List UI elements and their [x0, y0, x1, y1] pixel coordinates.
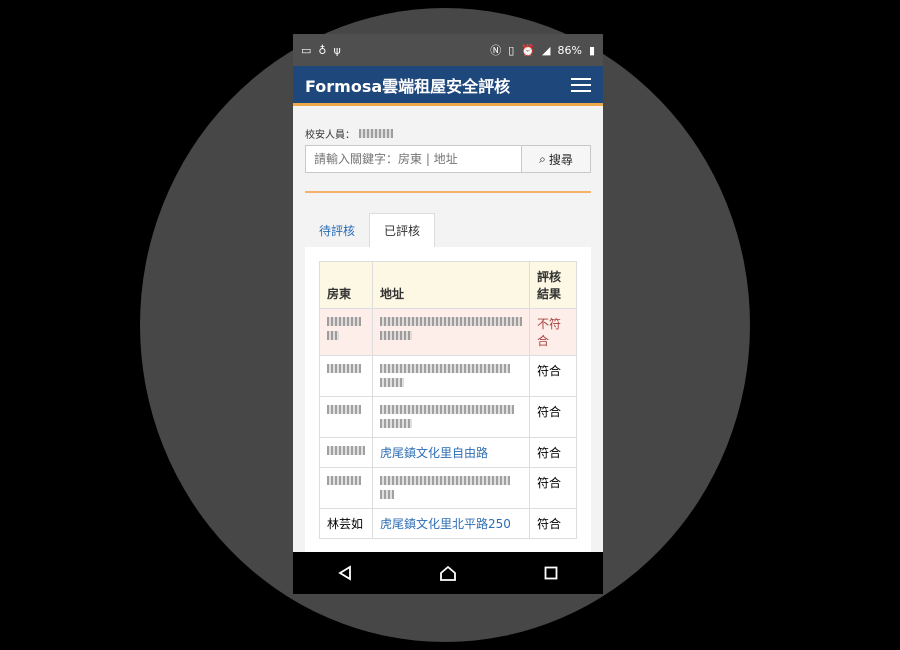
main-content: 校安人員： ⌕ 搜尋 待評核 已評核 房東 地址 評核結果	[293, 106, 603, 594]
table-row[interactable]: 符合	[319, 396, 577, 438]
landlord-redacted	[327, 476, 361, 485]
search-button-label: 搜尋	[548, 152, 573, 167]
battery-level: 86%	[557, 43, 582, 57]
col-address: 地址	[372, 261, 530, 309]
address-redacted	[380, 476, 510, 485]
usb-icon: ψ	[333, 43, 341, 57]
landlord-redacted	[327, 317, 361, 326]
landlord-redacted	[327, 405, 361, 414]
battery-icon: ▮	[588, 43, 595, 57]
status-bar: ▭ ♁ ψ Ⓝ ▯ ⏰ ◢ 86% ▮	[293, 34, 603, 66]
table-header: 房東 地址 評核結果	[319, 261, 577, 309]
search-button[interactable]: ⌕ 搜尋	[521, 145, 591, 173]
results-table: 房東 地址 評核結果 不符合 符合 符合 虎尾鎮文化里自由路 符合 符合 林芸如…	[319, 261, 577, 539]
address-redacted	[380, 490, 394, 499]
home-icon[interactable]	[436, 561, 460, 585]
table-row[interactable]: 符合	[319, 355, 577, 397]
landlord-cell	[319, 355, 373, 397]
address-link[interactable]: 虎尾鎮文化里自由路	[380, 446, 488, 460]
table-row[interactable]: 符合	[319, 467, 577, 509]
landlord-redacted	[327, 364, 361, 373]
result-cell: 符合	[529, 355, 577, 397]
staff-row: 校安人員：	[305, 126, 591, 141]
landlord-redacted	[327, 446, 365, 455]
address-redacted	[380, 378, 404, 387]
back-icon[interactable]	[333, 561, 357, 585]
landlord-cell: 林芸如	[319, 508, 373, 539]
bulb-icon: ♁	[318, 43, 327, 57]
address-cell: 虎尾鎮文化里北平路250	[372, 508, 530, 539]
nfc-icon: Ⓝ	[490, 44, 502, 57]
app-title: Formosa雲端租屋安全評核	[305, 76, 511, 96]
search-bar: ⌕ 搜尋	[305, 145, 591, 173]
result-cell: 不符合	[529, 308, 577, 356]
address-link[interactable]: 虎尾鎮文化里北平路250	[380, 517, 511, 531]
address-redacted	[380, 317, 522, 326]
landlord-cell	[319, 437, 373, 468]
result-cell: 符合	[529, 467, 577, 509]
address-redacted	[380, 419, 412, 428]
result-cell: 符合	[529, 437, 577, 468]
search-input[interactable]	[305, 145, 521, 173]
address-redacted	[380, 364, 510, 373]
address-redacted	[380, 405, 514, 414]
table-row[interactable]: 不符合	[319, 308, 577, 356]
vibrate-icon: ▯	[508, 43, 515, 57]
recents-icon[interactable]	[539, 561, 563, 585]
address-redacted	[380, 331, 412, 340]
signal-icon: ◢	[542, 43, 551, 57]
address-cell	[372, 308, 530, 356]
landlord-redacted	[327, 331, 339, 340]
col-result: 評核結果	[529, 261, 577, 309]
address-cell	[372, 396, 530, 438]
app-bar: Formosa雲端租屋安全評核	[293, 66, 603, 106]
landlord-cell	[319, 396, 373, 438]
tab-bar: 待評核 已評核	[305, 213, 591, 247]
address-cell: 虎尾鎮文化里自由路	[372, 437, 530, 468]
menu-icon[interactable]	[571, 77, 591, 92]
gallery-icon: ▭	[301, 43, 312, 57]
col-landlord: 房東	[319, 261, 373, 309]
address-cell	[372, 355, 530, 397]
search-icon: ⌕	[539, 151, 546, 166]
landlord-cell	[319, 467, 373, 509]
android-nav-bar	[293, 552, 603, 594]
address-cell	[372, 467, 530, 509]
result-cell: 符合	[529, 396, 577, 438]
tab-pending[interactable]: 待評核	[305, 213, 369, 247]
staff-name-redacted	[359, 129, 393, 138]
alarm-icon: ⏰	[521, 43, 536, 57]
staff-label: 校安人員：	[305, 130, 355, 141]
table-row[interactable]: 虎尾鎮文化里自由路 符合	[319, 437, 577, 468]
table-row[interactable]: 林芸如 虎尾鎮文化里北平路250 符合	[319, 508, 577, 539]
landlord-cell	[319, 308, 373, 356]
results-panel: 房東 地址 評核結果 不符合 符合 符合 虎尾鎮文化里自由路 符合 符合 林芸如…	[305, 247, 591, 594]
divider	[305, 191, 591, 193]
phone-screen: ▭ ♁ ψ Ⓝ ▯ ⏰ ◢ 86% ▮ Formosa雲端租屋安全評核 校安人員…	[293, 34, 603, 594]
tab-reviewed[interactable]: 已評核	[369, 213, 436, 247]
result-cell: 符合	[529, 508, 577, 539]
